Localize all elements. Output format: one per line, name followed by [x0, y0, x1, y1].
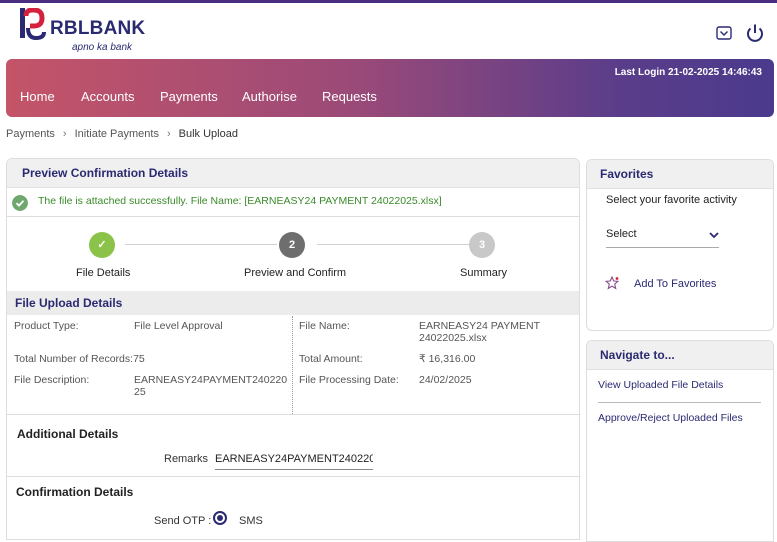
- additional-details-heading: Additional Details: [17, 427, 119, 441]
- otp-sms-radio[interactable]: [213, 511, 227, 525]
- check-circle-icon: [12, 195, 28, 211]
- radio-selected-dot: [217, 515, 223, 521]
- nav-home[interactable]: Home: [20, 89, 55, 104]
- brand-tagline: apno ka bank: [72, 42, 133, 53]
- last-login-text: Last Login 21-02-2025 14:46:43: [614, 67, 762, 78]
- step-1-check-icon: ✓: [89, 232, 115, 258]
- star-icon: [605, 276, 619, 290]
- step-1-label: File Details: [76, 267, 131, 279]
- top-accent-line: [0, 0, 777, 3]
- total-amount-label: Total Amount:: [299, 353, 363, 365]
- file-name-label: File Name:: [299, 320, 350, 332]
- product-type-value: File Level Approval: [134, 320, 223, 332]
- total-records-value: 75: [133, 353, 145, 365]
- favorites-panel: Favorites Select your favorite activity …: [586, 159, 774, 331]
- favorites-title: Favorites: [587, 160, 773, 189]
- breadcrumb-payments[interactable]: Payments: [6, 128, 55, 140]
- panel-title: Preview Confirmation Details: [7, 159, 579, 188]
- total-records-label-text: Total Number of Records:: [14, 353, 134, 365]
- section-divider: [7, 476, 579, 477]
- step-3-circle: 3: [469, 232, 495, 258]
- remarks-label: Remarks: [164, 453, 209, 465]
- product-type-label: Product Type:: [14, 320, 79, 332]
- step-connector: [317, 244, 469, 245]
- navigate-to-panel: Navigate to... View Uploaded File Detail…: [586, 340, 774, 542]
- total-records-label: Total Number of Records:75: [14, 353, 145, 365]
- section-divider: [7, 414, 579, 415]
- nav-accounts[interactable]: Accounts: [81, 89, 134, 104]
- favorites-select-value: Select: [606, 228, 637, 240]
- file-description-value: EARNEASY24PAYMENT240220: [134, 374, 288, 386]
- add-to-favorites-label: Add To Favorites: [634, 278, 717, 290]
- processing-date-label: File Processing Date:: [299, 374, 399, 386]
- chevron-down-icon: [709, 232, 719, 239]
- success-banner: The file is attached successfully. File …: [7, 188, 579, 217]
- nav-authorise[interactable]: Authorise: [242, 89, 297, 104]
- send-otp-label: Send OTP :: [154, 515, 212, 527]
- file-description-value-cont: 25: [134, 386, 146, 398]
- progress-stepper: ✓ 2 3 File Details Preview and Confirm S…: [7, 217, 579, 290]
- brand-name: RBLBANK: [50, 18, 146, 39]
- step-3-label: Summary: [460, 267, 508, 279]
- rbl-logo[interactable]: RBLBANK apno ka bank: [20, 8, 150, 54]
- file-name-value: EARNEASY24 PAYMENT: [419, 320, 540, 332]
- confirmation-details-heading: Confirmation Details: [16, 485, 134, 499]
- power-icon[interactable]: [744, 22, 766, 44]
- favorites-subtitle: Select your favorite activity: [606, 194, 737, 206]
- total-amount-value: ₹ 16,316.00: [419, 353, 476, 365]
- navigate-title: Navigate to...: [587, 341, 773, 370]
- mail-icon[interactable]: [715, 24, 733, 42]
- step-2-label: Preview and Confirm: [244, 267, 347, 279]
- otp-sms-label[interactable]: SMS: [239, 515, 263, 527]
- nav-requests[interactable]: Requests: [322, 89, 377, 104]
- file-upload-details-header: File Upload Details: [7, 291, 579, 315]
- rbl-logo-mark-icon: [20, 8, 46, 41]
- file-name-value-cont: 24022025.xlsx: [419, 332, 487, 344]
- main-navbar: Last Login 21-02-2025 14:46:43 Home Acco…: [6, 59, 774, 117]
- nav-payments[interactable]: Payments: [160, 89, 218, 104]
- view-uploaded-file-details-link[interactable]: View Uploaded File Details: [598, 379, 723, 391]
- processing-date-value: 24/02/2025: [419, 374, 472, 386]
- remarks-input[interactable]: [215, 449, 373, 470]
- breadcrumb: Payments › Initiate Payments › Bulk Upload: [6, 128, 238, 140]
- favorites-select[interactable]: Select: [606, 223, 719, 248]
- success-message: The file is attached successfully. File …: [38, 195, 442, 207]
- breadcrumb-separator-icon: ›: [62, 128, 67, 140]
- breadcrumb-initiate-payments[interactable]: Initiate Payments: [75, 128, 159, 140]
- navigate-divider: [598, 402, 761, 403]
- step-2-circle: 2: [279, 232, 305, 258]
- breadcrumb-bulk-upload: Bulk Upload: [178, 128, 238, 140]
- preview-confirmation-panel: Preview Confirmation Details The file is…: [6, 158, 580, 540]
- column-divider: [292, 316, 293, 414]
- file-description-label: File Description:: [14, 374, 90, 386]
- approve-reject-files-link[interactable]: Approve/Reject Uploaded Files: [598, 412, 743, 424]
- breadcrumb-separator-icon: ›: [166, 128, 171, 140]
- step-connector: [125, 244, 277, 245]
